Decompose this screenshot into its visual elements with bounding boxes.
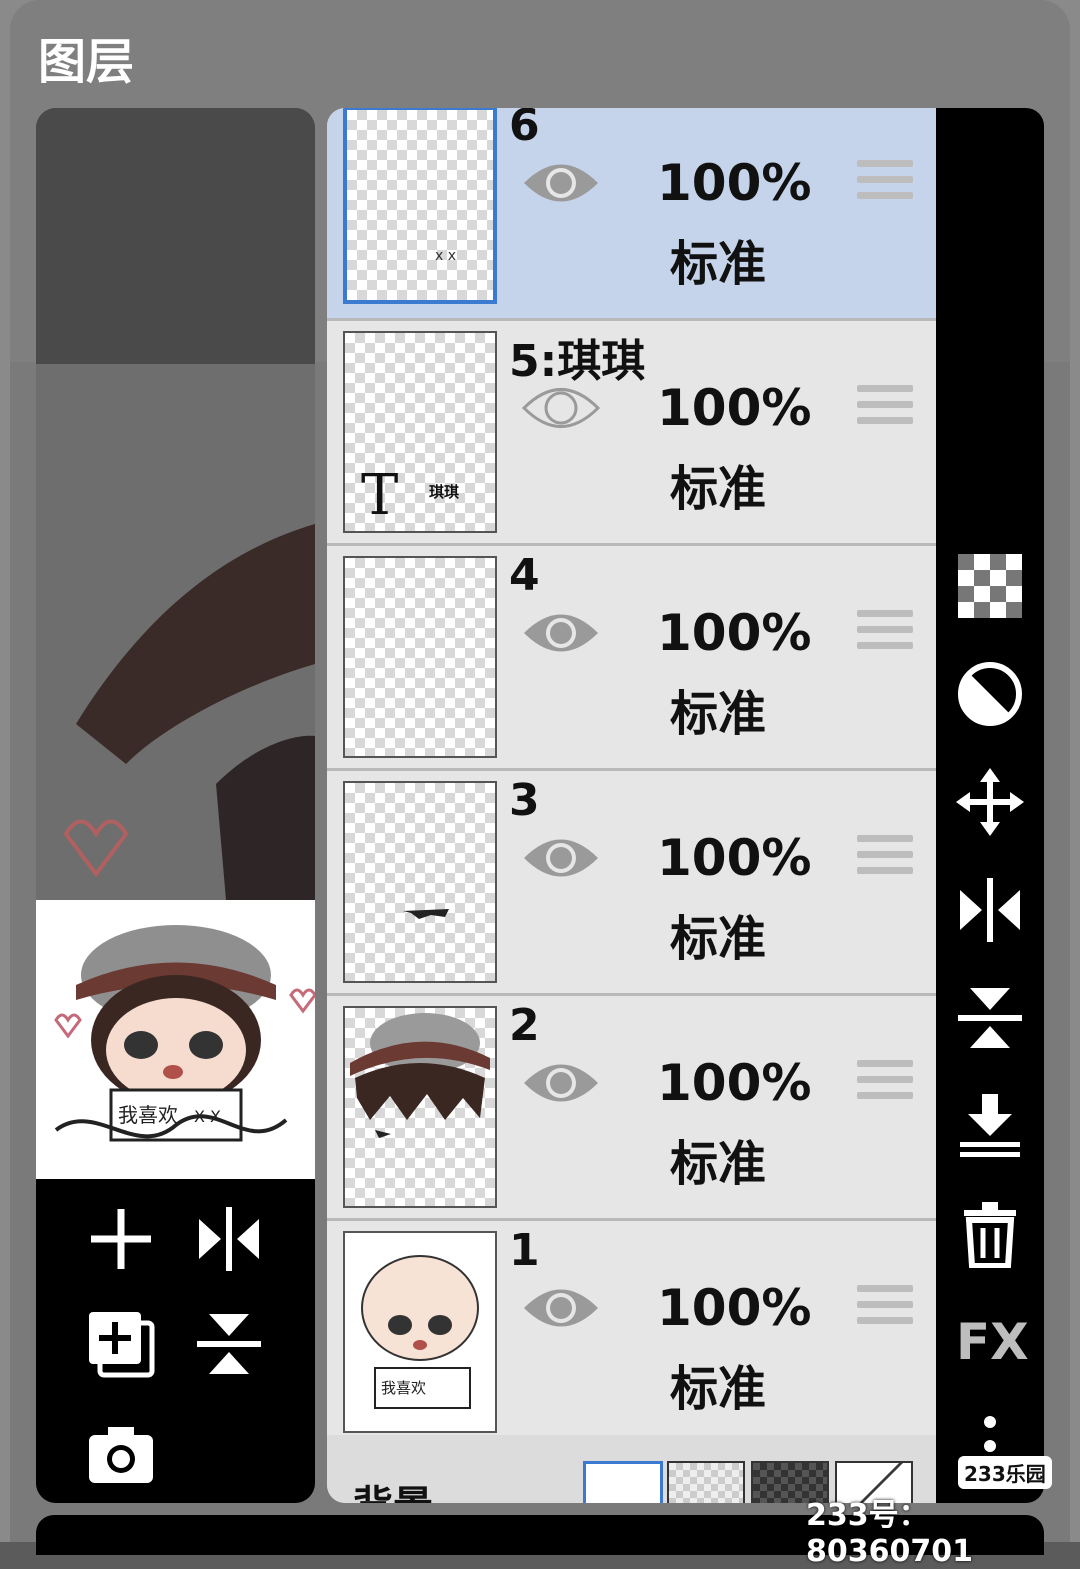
layer-row-1[interactable]: 我喜欢 1 100% 标准 [327,1221,936,1446]
layer-blend-mode[interactable]: 标准 [670,1349,766,1419]
drag-handle-icon[interactable] [857,835,913,883]
layer-opacity[interactable]: 100% [657,1279,811,1337]
watermark-logo: 233乐园 [958,1456,1052,1489]
layer-name: 1 [509,1225,540,1276]
flip-vertical-icon[interactable] [194,1309,264,1379]
layer-row-6[interactable]: x x 6 100% 标准 [327,108,936,321]
layer-opacity[interactable]: 100% [657,154,811,212]
flip-horizontal-icon[interactable] [956,876,1024,944]
flip-vertical-icon[interactable] [956,984,1024,1052]
layer-thumbnail [343,556,497,758]
panel-title: 图层 [38,34,135,90]
preview-sign-text: 我喜欢 [118,1103,178,1127]
visibility-eye-icon[interactable] [521,608,601,658]
layer-thumbnail: T 琪琪 [343,331,497,533]
left-panel: 我喜欢 X X [36,108,315,1503]
fx-icon[interactable]: FX [956,1308,1029,1376]
layer-row-5[interactable]: T 琪琪 5:琪琪 100% 标准 [327,321,936,546]
camera-icon[interactable] [86,1419,156,1489]
canvas-preview-thumbnail[interactable]: 我喜欢 X X [36,900,315,1179]
visibility-eye-icon[interactable] [521,1058,601,1108]
visibility-eye-icon[interactable] [521,833,601,883]
preview-artwork: 我喜欢 X X [54,925,315,1142]
trash-icon[interactable] [956,1200,1024,1269]
layer-opacity[interactable]: 100% [657,829,811,887]
layer-opacity[interactable]: 100% [657,379,811,437]
checker-icon[interactable] [956,552,1024,620]
layer-name: 5:琪琪 [509,336,646,387]
layer-1-sign-text: 我喜欢 [381,1379,426,1397]
canvas-area-top [36,108,315,364]
move-icon[interactable] [956,768,1024,836]
layer-thumbnail: 我喜欢 [343,1231,497,1433]
duplicate-layer-icon[interactable] [86,1309,156,1379]
layer-thumbnail [343,781,497,983]
layer-blend-mode[interactable]: 标准 [670,1124,766,1194]
layer-blend-mode[interactable]: 标准 [670,224,766,294]
text-layer-preview: 琪琪 [429,483,460,501]
layer-name: 4 [509,550,540,601]
merge-down-icon[interactable] [956,1092,1024,1160]
layer-opacity[interactable]: 100% [657,604,811,662]
visibility-eye-icon[interactable] [521,158,601,208]
add-layer-icon[interactable] [86,1204,156,1274]
layer-name: 6 [509,108,540,151]
bg-white-swatch[interactable] [583,1461,663,1503]
visibility-eye-off-icon[interactable] [521,383,601,433]
layer-blend-mode[interactable]: 标准 [670,674,766,744]
text-layer-glyph: T [361,463,399,528]
canvas-artwork [36,364,315,900]
background-label: 背景 [353,1473,433,1503]
drag-handle-icon[interactable] [857,610,913,658]
layer-opacity[interactable]: 100% [657,1054,811,1112]
layer-list: x x 6 100% 标准 T 琪琪 5:琪琪 100% 标准 4 100% 标… [327,108,936,1503]
layer-row-4[interactable]: 4 100% 标准 [327,546,936,771]
drag-handle-icon[interactable] [857,1285,913,1333]
watermark-id: 233号：80360701 [806,1498,973,1569]
layer-name: 3 [509,775,540,826]
layer-blend-mode[interactable]: 标准 [670,899,766,969]
layer-row-2[interactable]: 2 100% 标准 [327,996,936,1221]
contrast-icon[interactable] [956,660,1024,728]
bg-light-checker-swatch[interactable] [667,1461,745,1503]
layer-name: 2 [509,1000,540,1051]
layer-row-3[interactable]: 3 100% 标准 [327,771,936,996]
drag-handle-icon[interactable] [857,160,913,208]
visibility-eye-icon[interactable] [521,1283,601,1333]
right-toolbar: FX [936,108,1044,1503]
layer-thumbnail [343,1006,497,1208]
drag-handle-icon[interactable] [857,385,913,433]
svg-text:x x: x x [435,248,456,264]
layer-blend-mode[interactable]: 标准 [670,449,766,519]
layer-thumbnail: x x [343,108,497,304]
layer-dialog: 图层 我喜欢 X X x x 6 100% 标准 T 琪琪 5:琪琪 100% … [10,0,1070,1542]
left-toolbar [36,1179,315,1503]
drag-handle-icon[interactable] [857,1060,913,1108]
preview-sign-suffix: X X [194,1107,221,1126]
flip-horizontal-icon[interactable] [194,1204,264,1274]
